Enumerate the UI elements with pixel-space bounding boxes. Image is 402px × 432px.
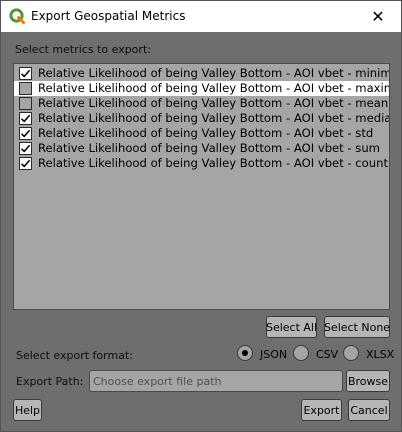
metric-item[interactable]: Relative Likelihood of being Valley Bott… [14,141,389,156]
close-icon: ✕ [371,7,385,26]
export-path-label: Export Path: [16,375,84,388]
qgis-icon [9,8,25,24]
browse-button[interactable]: Browse [346,370,390,392]
metric-item[interactable]: Relative Likelihood of being Valley Bott… [14,111,389,126]
metric-item-label: Relative Likelihood of being Valley Bott… [38,66,390,80]
format-section-label: Select export format: [16,349,133,362]
metric-item[interactable]: Relative Likelihood of being Valley Bott… [14,126,389,141]
radio-csv-label: CSV [316,348,339,361]
metric-item[interactable]: Relative Likelihood of being Valley Bott… [14,96,389,111]
export-path-input[interactable] [89,370,343,392]
checkbox-unchecked[interactable] [19,82,32,95]
radio-xlsx[interactable] [343,345,359,361]
title-bar[interactable]: Export Geospatial Metrics ✕ [1,1,401,32]
radio-json[interactable] [237,345,253,361]
select-all-button[interactable]: Select All [266,316,317,338]
radio-xlsx-label: XLSX [366,348,395,361]
metric-item-label: Relative Likelihood of being Valley Bott… [38,156,388,170]
help-button[interactable]: Help [13,399,42,421]
radio-selected-dot [242,350,248,356]
metrics-section-label: Select metrics to export: [15,43,151,56]
checkbox-checked[interactable] [19,67,32,80]
metric-item-label: Relative Likelihood of being Valley Bott… [38,141,380,155]
export-metrics-dialog: Export Geospatial Metrics ✕ Select metri… [0,0,402,432]
checkbox-unchecked[interactable] [19,97,32,110]
metric-item-label: Relative Likelihood of being Valley Bott… [38,81,390,95]
dialog-body: Select metrics to export: Relative Likel… [1,32,401,431]
checkbox-checked[interactable] [19,127,32,140]
radio-json-label: JSON [260,348,288,361]
metrics-list[interactable]: Relative Likelihood of being Valley Bott… [13,63,390,310]
metric-item-label: Relative Likelihood of being Valley Bott… [38,111,390,125]
checkbox-checked[interactable] [19,157,32,170]
checkbox-checked[interactable] [19,112,32,125]
window-title: Export Geospatial Metrics [31,9,186,23]
select-none-button[interactable]: Select None [324,316,390,338]
radio-csv[interactable] [293,345,309,361]
metric-item[interactable]: Relative Likelihood of being Valley Bott… [14,81,389,96]
metric-item-label: Relative Likelihood of being Valley Bott… [38,126,374,140]
metric-item[interactable]: Relative Likelihood of being Valley Bott… [14,156,389,171]
export-button[interactable]: Export [301,399,342,421]
metric-item[interactable]: Relative Likelihood of being Valley Bott… [14,66,389,81]
checkbox-checked[interactable] [19,142,32,155]
metric-item-label: Relative Likelihood of being Valley Bott… [38,96,389,110]
close-button[interactable]: ✕ [355,1,401,32]
cancel-button[interactable]: Cancel [348,399,390,421]
